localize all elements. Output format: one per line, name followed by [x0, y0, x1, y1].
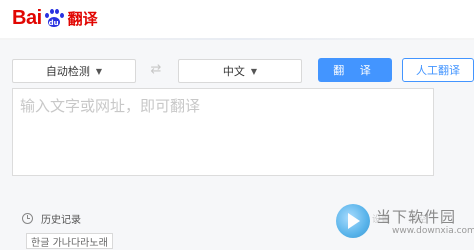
logo-cn-text: 翻译: [67, 9, 98, 28]
watermark-title: 当下软件园: [376, 208, 457, 226]
source-language-label: 自动检测: [45, 65, 90, 78]
history-header[interactable]: 历史记录: [22, 210, 81, 226]
logo-text: Bai: [12, 6, 42, 29]
human-translation-button[interactable]: 人工翻译: [402, 58, 474, 82]
paw-text: du: [48, 19, 59, 27]
watermark: 当下软件园 www.downxia.com: [336, 200, 474, 250]
watermark-url: www.downxia.com: [392, 226, 474, 236]
swap-arrows-icon[interactable]: ⇄: [145, 60, 167, 80]
header: Bai du 翻译: [0, 0, 474, 36]
history-label: 历史记录: [41, 214, 81, 226]
source-text-placeholder: 输入文字或网址，即可翻译: [20, 97, 201, 115]
downxia-logo-icon: [336, 204, 370, 238]
paw-icon: du: [43, 8, 65, 28]
source-language-select[interactable]: 自动检测 ▼: [12, 59, 136, 83]
target-language-label: 中文: [222, 65, 245, 78]
target-language-select[interactable]: 中文 ▼: [178, 59, 302, 83]
chevron-down-icon: ▼: [95, 66, 103, 76]
source-text-input[interactable]: 输入文字或网址，即可翻译: [12, 88, 434, 176]
clock-icon: [22, 212, 33, 224]
history-item[interactable]: 한글 가나다라노래: [26, 233, 113, 249]
translate-button[interactable]: 翻 译: [318, 58, 392, 82]
chevron-down-icon: ▼: [250, 66, 258, 76]
baidu-fanyi-logo[interactable]: Bai du 翻译: [12, 6, 98, 30]
